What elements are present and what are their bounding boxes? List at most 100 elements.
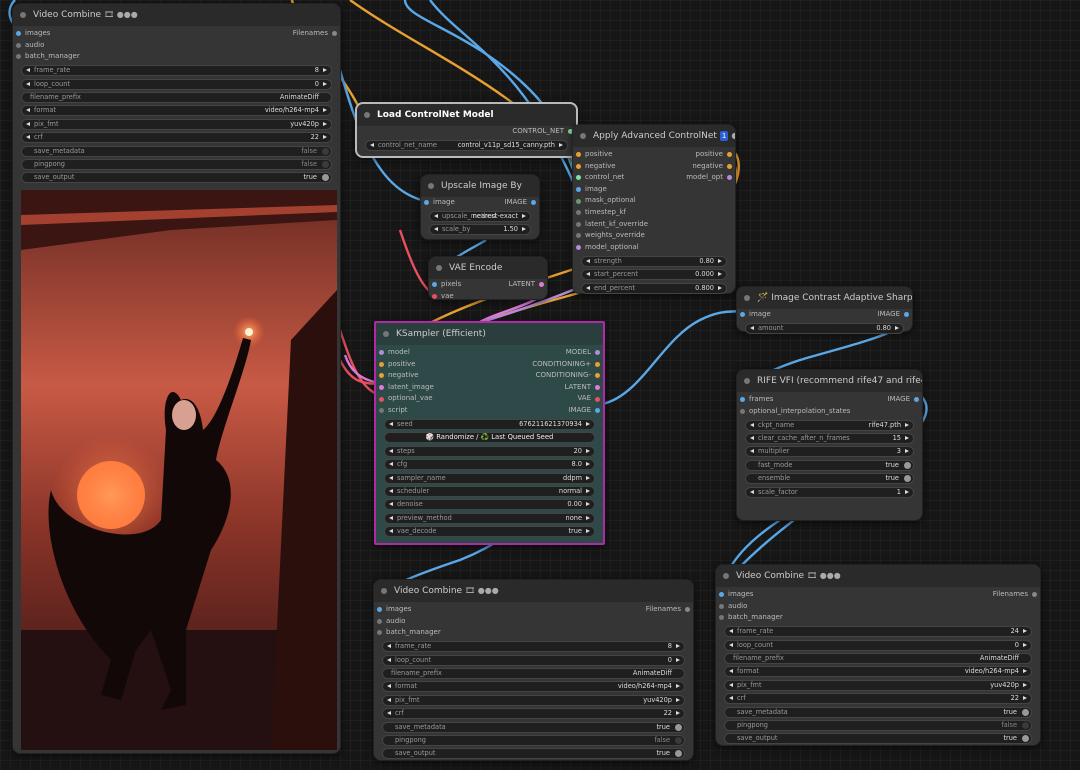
toggle-save-output[interactable]: save_output true xyxy=(724,733,1032,745)
widget-scheduler[interactable]: scheduler normal xyxy=(384,485,595,497)
toggle-knob[interactable] xyxy=(904,475,911,483)
input-positive[interactable]: positive positive xyxy=(573,149,735,161)
input-socket[interactable] xyxy=(740,312,745,318)
node-title[interactable]: VAE Encode xyxy=(429,257,547,279)
input-audio[interactable]: audio xyxy=(716,601,1040,613)
node-title[interactable]: Apply Advanced ControlNet1●●● xyxy=(573,125,735,147)
decrement-arrow-icon[interactable] xyxy=(729,629,733,634)
node-title[interactable]: Video Combine 🎞 ●●● xyxy=(374,580,693,602)
node-title[interactable]: Load ControlNet Model xyxy=(357,104,576,126)
increment-arrow-icon[interactable] xyxy=(323,135,327,140)
input-socket[interactable] xyxy=(16,54,21,60)
increment-arrow-icon[interactable] xyxy=(1023,682,1027,687)
output-socket[interactable] xyxy=(914,397,919,403)
decrement-arrow-icon[interactable] xyxy=(750,325,754,330)
increment-arrow-icon[interactable] xyxy=(905,449,909,454)
decrement-arrow-icon[interactable] xyxy=(389,448,393,453)
increment-arrow-icon[interactable] xyxy=(586,421,590,426)
input-socket[interactable] xyxy=(16,31,21,37)
load-controlnet-node[interactable]: Load ControlNet Model CONTROL_NET contro… xyxy=(355,102,578,158)
decrement-arrow-icon[interactable] xyxy=(750,449,754,454)
toggle-save-metadata[interactable]: save_metadata true xyxy=(382,721,685,733)
increment-arrow-icon[interactable] xyxy=(676,644,680,649)
increment-arrow-icon[interactable] xyxy=(676,657,680,662)
output-socket[interactable] xyxy=(595,350,600,356)
increment-arrow-icon[interactable] xyxy=(676,697,680,702)
output-socket[interactable] xyxy=(904,312,909,318)
input-socket[interactable] xyxy=(576,175,581,181)
widget-frame-rate[interactable]: frame_rate 24 xyxy=(724,626,1032,638)
increment-arrow-icon[interactable] xyxy=(1023,669,1027,674)
widget-seed[interactable]: seed 676211621370934 xyxy=(384,418,595,430)
input-socket[interactable] xyxy=(576,210,581,216)
input-script[interactable]: script IMAGE xyxy=(376,405,603,417)
input-positive[interactable]: positive CONDITIONING+ xyxy=(376,359,603,371)
widget-format[interactable]: format video/h264-mp4 xyxy=(21,105,332,117)
increment-arrow-icon[interactable] xyxy=(586,529,590,534)
output-socket[interactable] xyxy=(595,385,600,391)
input-control-net[interactable]: control_net model_opt xyxy=(573,172,735,184)
increment-arrow-icon[interactable] xyxy=(522,227,526,232)
input-audio[interactable]: audio xyxy=(374,616,693,628)
input-socket[interactable] xyxy=(379,361,384,367)
input-socket[interactable] xyxy=(576,163,581,169)
input-socket[interactable] xyxy=(740,397,745,403)
output-socket[interactable] xyxy=(727,152,732,158)
input-socket[interactable] xyxy=(379,396,384,402)
increment-arrow-icon[interactable] xyxy=(1023,629,1027,634)
increment-arrow-icon[interactable] xyxy=(676,684,680,689)
vae-encode-node[interactable]: VAE Encode pixels LATENT vae xyxy=(428,256,548,300)
decrement-arrow-icon[interactable] xyxy=(729,682,733,687)
decrement-arrow-icon[interactable] xyxy=(387,697,391,702)
decrement-arrow-icon[interactable] xyxy=(729,696,733,701)
increment-arrow-icon[interactable] xyxy=(1023,642,1027,647)
node-title[interactable]: 🪄Image Contrast Adaptive Sharpening xyxy=(737,287,912,309)
output-control-net[interactable]: CONTROL_NET xyxy=(357,126,576,138)
input-batch-manager[interactable]: batch_manager xyxy=(716,612,1040,624)
widget-steps[interactable]: steps 20 xyxy=(384,445,595,457)
decrement-arrow-icon[interactable] xyxy=(26,68,30,73)
toggle-knob[interactable] xyxy=(1022,721,1029,729)
toggle-knob[interactable] xyxy=(675,750,682,758)
toggle-knob[interactable] xyxy=(322,160,329,168)
decrement-arrow-icon[interactable] xyxy=(750,422,754,427)
input-socket[interactable] xyxy=(576,187,581,193)
widget-upscale-method[interactable]: upscale_method nearest-exact xyxy=(429,210,531,222)
increment-arrow-icon[interactable] xyxy=(586,488,590,493)
input-socket[interactable] xyxy=(424,200,429,206)
widget-loop-count[interactable]: loop_count 0 xyxy=(21,78,332,90)
decrement-arrow-icon[interactable] xyxy=(26,108,30,113)
video-combine-node-1[interactable]: Video Combine 🎞 ●●● images Filenames audio… xyxy=(12,3,341,754)
input-pixels[interactable]: pixels LATENT xyxy=(429,279,547,291)
input-batch-manager[interactable]: batch_manager xyxy=(374,627,693,639)
input-socket[interactable] xyxy=(377,618,382,624)
output-socket[interactable] xyxy=(685,607,690,613)
decrement-arrow-icon[interactable] xyxy=(434,227,438,232)
widget-clear-cache[interactable]: clear_cache_after_n_frames 15 xyxy=(745,432,914,444)
decrement-arrow-icon[interactable] xyxy=(389,502,393,507)
widget-pix-fmt[interactable]: pix_fmt yuv420p xyxy=(21,118,332,130)
widget-preview-method[interactable]: preview_method none xyxy=(384,512,595,524)
widget-amount[interactable]: amount 0.80 xyxy=(745,322,904,334)
widget-scale-by[interactable]: scale_by 1.50 xyxy=(429,224,531,236)
video-combine-node-2[interactable]: Video Combine 🎞 ●●● images Filenames audio… xyxy=(373,579,694,761)
decrement-arrow-icon[interactable] xyxy=(389,421,393,426)
input-socket[interactable] xyxy=(576,233,581,239)
image-contrast-sharpening-node[interactable]: 🪄Image Contrast Adaptive Sharpening imag… xyxy=(736,286,913,334)
widget-strength[interactable]: strength 0.80 xyxy=(581,255,727,267)
toggle-knob[interactable] xyxy=(1022,708,1029,716)
input-model[interactable]: model MODEL xyxy=(376,347,603,359)
toggle-save-output[interactable]: save_output true xyxy=(21,172,332,184)
widget-filename-prefix[interactable]: filename_prefix AnimateDiff xyxy=(382,667,685,679)
decrement-arrow-icon[interactable] xyxy=(387,644,391,649)
output-socket[interactable] xyxy=(332,31,337,37)
input-socket[interactable] xyxy=(377,607,382,613)
input-socket[interactable] xyxy=(719,603,724,609)
increment-arrow-icon[interactable] xyxy=(718,272,722,277)
toggle-knob[interactable] xyxy=(1022,735,1029,743)
input-socket[interactable] xyxy=(379,408,384,414)
decrement-arrow-icon[interactable] xyxy=(434,213,438,218)
output-socket[interactable] xyxy=(531,200,536,206)
decrement-arrow-icon[interactable] xyxy=(750,489,754,494)
input-negative[interactable]: negative CONDITIONING- xyxy=(376,370,603,382)
